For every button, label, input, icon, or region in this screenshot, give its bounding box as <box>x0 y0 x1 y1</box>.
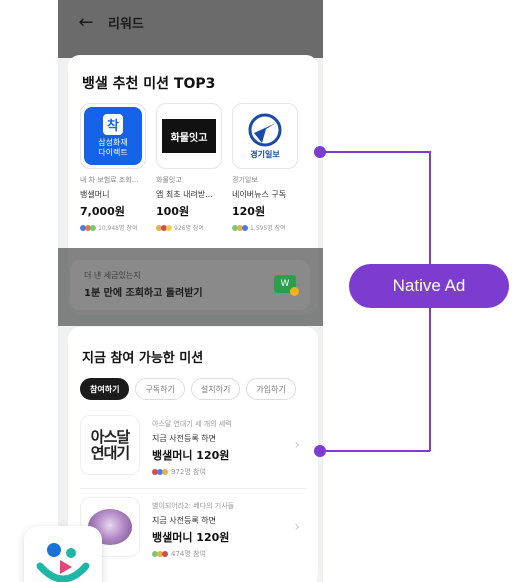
avatar-group <box>156 224 172 231</box>
kyeonggi-logo: 경기일보 <box>248 113 282 160</box>
list-item-reward: 뱅샐머니 120원 <box>152 449 230 462</box>
avatar-group <box>152 469 168 475</box>
arthdal-logo: 아스달 연대기 <box>90 428 130 462</box>
money-icon: W <box>274 275 299 296</box>
banksalad-logo-icon <box>36 543 90 582</box>
mission-reward: 앱 최초 내려받... <box>156 190 213 199</box>
hwamul-logo: 화물잇고 <box>162 119 216 153</box>
list-item-subtitle: 아스달 연대기 세 개의 세력 <box>152 420 232 428</box>
list-item-thumbnail: 아스달 연대기 <box>80 415 140 475</box>
divider <box>80 488 306 489</box>
list-item[interactable]: 아스달 연대기 아스달 연대기 세 개의 세력 지금 사전등록 하면 뱅샐머니 … <box>80 415 310 479</box>
mission-thumbnail: 화물잇고 <box>156 103 222 169</box>
mission-participants: 926명 참여 <box>156 223 228 232</box>
banner-subtitle: 더 낸 세금있는지 <box>84 271 141 280</box>
app-bar: ← 리워드 <box>58 0 323 44</box>
annotation-dot-bottom <box>314 445 326 457</box>
annotation-line <box>320 450 430 452</box>
avatar-group <box>80 224 96 231</box>
chevron-right-icon: › <box>294 519 300 535</box>
list-item-reward: 뱅샐머니 120원 <box>152 531 230 544</box>
chip-subscribe[interactable]: 구독하기 <box>135 378 185 400</box>
back-arrow-icon[interactable]: ← <box>76 12 96 33</box>
mission-thumbnail: 착 삼성화재 다이렉트 <box>80 103 146 169</box>
kyeonggi-emblem-icon <box>248 113 282 146</box>
mission-reward: 네이버뉴스 구독 <box>232 190 287 199</box>
available-missions-title: 지금 참여 가능한 미션 <box>82 351 204 366</box>
mission-desc: 화물잇고 <box>156 176 182 184</box>
tax-refund-banner[interactable]: 더 낸 세금있는지 1분 만에 조회하고 돌려받기 W <box>70 260 310 310</box>
mission-thumbnail: 경기일보 <box>232 103 298 169</box>
mission-price: 100원 <box>156 205 190 218</box>
samsung-direct-logo: 착 삼성화재 다이렉트 <box>84 107 142 165</box>
filter-chips: 참여하기 구독하기 설치하기 가입하기 <box>80 378 296 400</box>
native-ad-label: Native Ad <box>349 264 509 308</box>
mission-price: 7,000원 <box>80 205 125 218</box>
banner-title: 1분 만에 조회하고 돌려받기 <box>84 288 203 299</box>
mission-card-kyeonggi[interactable]: 경기일보 경기일보 네이버뉴스 구독 120원 1,595명 참여 <box>232 103 304 232</box>
mission-participants: 10,948명 참여 <box>80 223 152 232</box>
mission-reward: 뱅샐머니 <box>80 190 110 199</box>
page-title: 리워드 <box>108 16 144 32</box>
mission-participants: 1,595명 참여 <box>232 223 304 232</box>
list-item[interactable]: 별이되어라2: 베다의 기사들 지금 사전등록 하면 뱅샐머니 120원 474… <box>80 497 310 561</box>
avatar-group <box>232 224 248 231</box>
mission-card-samsung[interactable]: 착 삼성화재 다이렉트 내 차 보험료 조회... 뱅샐머니 7,000원 10… <box>80 103 152 232</box>
annotation-line <box>320 151 430 153</box>
avatar-group <box>152 551 168 557</box>
list-item-desc: 지금 사전등록 하면 <box>152 434 216 443</box>
chevron-right-icon: › <box>294 437 300 453</box>
chip-signup[interactable]: 가입하기 <box>246 378 296 400</box>
mission-price: 120원 <box>232 205 266 218</box>
list-item-desc: 지금 사전등록 하면 <box>152 516 216 525</box>
app-logo <box>24 526 102 582</box>
mission-desc: 내 차 보험료 조회... <box>80 176 139 184</box>
mission-desc: 경기일보 <box>232 176 258 184</box>
mission-card-hwamul[interactable]: 화물잇고 화물잇고 앱 최초 내려받... 100원 926명 참여 <box>156 103 228 232</box>
available-missions-card: 지금 참여 가능한 미션 참여하기 구독하기 설치하기 가입하기 아스달 연대기… <box>68 327 318 582</box>
chip-install[interactable]: 설치하기 <box>190 378 241 400</box>
chip-participate[interactable]: 참여하기 <box>80 378 130 400</box>
list-item-participants: 972명 참여 <box>152 467 292 477</box>
list-item-participants: 474명 참여 <box>152 549 292 559</box>
top-missions-title: 뱅샐 추천 미션 TOP3 <box>82 76 216 92</box>
phone-screen: ← 리워드 뱅샐 추천 미션 TOP3 착 삼성화재 다이렉트 내 차 보험료 … <box>58 0 323 582</box>
list-item-subtitle: 별이되어라2: 베다의 기사들 <box>152 502 235 510</box>
